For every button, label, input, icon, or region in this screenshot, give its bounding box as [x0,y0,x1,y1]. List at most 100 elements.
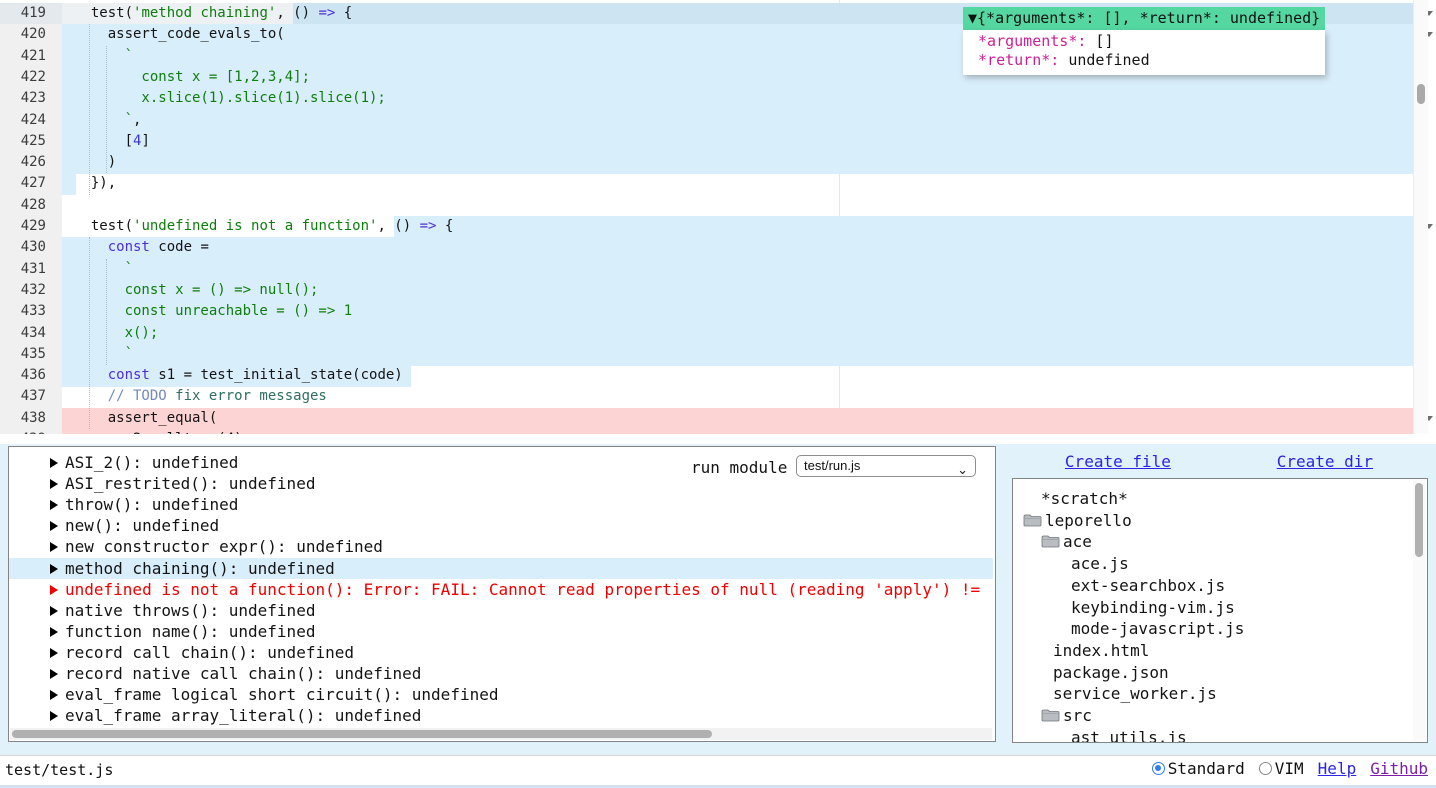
gutter-line-number[interactable]: 433 [0,301,62,323]
expand-arrow-icon[interactable] [50,606,58,616]
github-link[interactable]: Github [1370,759,1428,778]
calltree-row[interactable]: new(): undefined [9,515,996,536]
file-tree-item[interactable]: ace.js [1071,553,1129,574]
file-name-label: ext-searchbox.js [1071,576,1225,595]
file-tree-dir[interactable]: leporello [1023,510,1132,531]
expand-arrow-icon[interactable] [50,500,58,510]
gutter-line-number[interactable]: 420 [0,24,62,46]
code-line[interactable]: 438 assert_equal( [0,408,1436,430]
code-line[interactable]: 423 x.slice(1).slice(1).slice(1); [0,88,1436,110]
gutter-line-number[interactable]: 427 [0,173,62,195]
gutter-line-number[interactable]: 421 [0,46,62,68]
code-line[interactable]: 432 const x = () => null(); [0,280,1436,302]
code-line[interactable]: 428 [0,195,1436,217]
expand-arrow-icon[interactable] [50,521,58,531]
expand-arrow-icon[interactable] [50,669,58,679]
code-token [74,239,108,255]
calltree-row[interactable]: native throws(): undefined [9,600,996,621]
gutter-line-number[interactable]: 426 [0,152,62,174]
expand-arrow-icon[interactable] [50,585,58,595]
code-line[interactable]: 429 test('undefined is not a function', … [0,216,1436,238]
editor-scrollbar-thumb[interactable] [1417,84,1425,104]
file-tree-item[interactable]: service_worker.js [1053,683,1217,704]
gutter-line-number[interactable]: 437 [0,386,62,408]
help-link[interactable]: Help [1318,759,1357,778]
code-line[interactable]: 431 ` [0,259,1436,281]
code-token: , () [276,5,318,21]
gutter-line-number[interactable]: 424 [0,110,62,132]
file-tree-item[interactable]: package.json [1053,662,1169,683]
code-line[interactable]: 427 }), [0,173,1436,195]
code-line[interactable]: 437 // TODO fix error messages [0,386,1436,408]
create-file-link[interactable]: Create file [1065,452,1171,471]
calltree-row[interactable]: eval_frame array_literal(): undefined [9,705,996,726]
code-token: fix error messages [167,388,327,404]
expand-arrow-icon[interactable] [50,458,58,468]
calltree-row[interactable]: new constructor expr(): undefined [9,536,996,557]
calltree-horizontal-scrollbar[interactable] [10,728,992,740]
code-line[interactable]: 435 ` [0,344,1436,366]
calltree-row[interactable]: record native call chain(): undefined [9,663,996,684]
gutter-line-number[interactable]: 439 [0,429,62,434]
gutter-line-number[interactable]: 428 [0,195,62,217]
code-line[interactable]: 433 const unreachable = () => 1 [0,301,1436,323]
code-token: => [318,5,335,21]
code-line[interactable]: 425 [4] [0,131,1436,153]
gutter-line-number[interactable]: 435 [0,344,62,366]
file-tree-dir[interactable]: src [1041,705,1092,726]
calltree-row[interactable]: undefined is not a function(): Error: FA… [9,579,996,600]
gutter-line-number[interactable]: 423 [0,88,62,110]
tooltip-header[interactable]: ▼{*arguments*: [], *return*: undefined} [963,7,1325,30]
expand-arrow-icon[interactable] [50,479,58,489]
radio-standard-icon[interactable] [1152,762,1165,775]
gutter-line-number[interactable]: 430 [0,237,62,259]
gutter-line-number[interactable]: 431 [0,259,62,281]
file-tree-item[interactable]: *scratch* [1041,488,1128,509]
calltree-row[interactable]: eval_frame logical short circuit(): unde… [9,684,996,705]
code-line[interactable]: 434 x(); [0,323,1436,345]
expand-arrow-icon[interactable] [50,648,58,658]
calltree-row[interactable]: function name(): undefined [9,621,996,642]
code-line[interactable]: 430 const code = [0,237,1436,259]
calltree-row[interactable]: ASI_2(): undefined [9,452,996,473]
code-line-text: `, [74,110,141,131]
calltree-row[interactable]: method chaining(): undefined [9,558,993,579]
file-tree-item[interactable]: keybinding-vim.js [1071,597,1235,618]
expand-arrow-icon[interactable] [50,542,58,552]
radio-vim-icon[interactable] [1259,762,1272,775]
files-vertical-scrollbar[interactable] [1413,480,1426,741]
code-line[interactable]: 426 ) [0,152,1436,174]
calltree-row[interactable]: ASI_restrited(): undefined [9,473,996,494]
files-scrollbar-thumb[interactable] [1415,483,1423,557]
editor-vertical-scrollbar[interactable] [1413,0,1428,434]
calltree-row[interactable]: record call chain(): undefined [9,642,996,663]
calltree-row[interactable]: throw(): undefined [9,494,996,515]
calltree-panel[interactable]: run module test/run.js ⌄ ASI_2(): undefi… [8,446,996,742]
expand-arrow-icon[interactable] [50,711,58,721]
gutter-line-number[interactable]: 422 [0,67,62,89]
file-tree-dir[interactable]: ace [1041,531,1092,552]
selection-highlight [62,110,1413,132]
gutter-line-number[interactable]: 438 [0,408,62,430]
file-tree-item[interactable]: ast_utils.js [1071,727,1187,743]
gutter-line-number[interactable]: 434 [0,323,62,345]
expand-arrow-icon[interactable] [50,690,58,700]
expand-arrow-icon[interactable] [50,564,58,574]
create-dir-link[interactable]: Create dir [1277,452,1373,471]
file-tree-panel[interactable]: *scratch*leporelloaceace.js ext-searchbox… [1012,478,1428,743]
gutter-line-number[interactable]: 436 [0,365,62,387]
gutter-line-number[interactable]: 419 [0,3,62,25]
radio-vim[interactable]: VIM [1259,759,1304,778]
gutter-line-number[interactable]: 429 [0,216,62,238]
gutter-line-number[interactable]: 432 [0,280,62,302]
calltree-scrollbar-thumb[interactable] [12,730,712,738]
code-line[interactable]: 439 s2.calltree(4) [0,429,1436,434]
code-line[interactable]: 424 `, [0,110,1436,132]
code-line[interactable]: 436 const s1 = test_initial_state(code) [0,365,1436,387]
expand-arrow-icon[interactable] [50,627,58,637]
file-tree-item[interactable]: mode-javascript.js [1071,618,1244,639]
radio-standard[interactable]: Standard [1152,759,1245,778]
gutter-line-number[interactable]: 425 [0,131,62,153]
file-tree-item[interactable]: index.html [1053,640,1149,661]
file-tree-item[interactable]: ext-searchbox.js [1071,575,1225,596]
